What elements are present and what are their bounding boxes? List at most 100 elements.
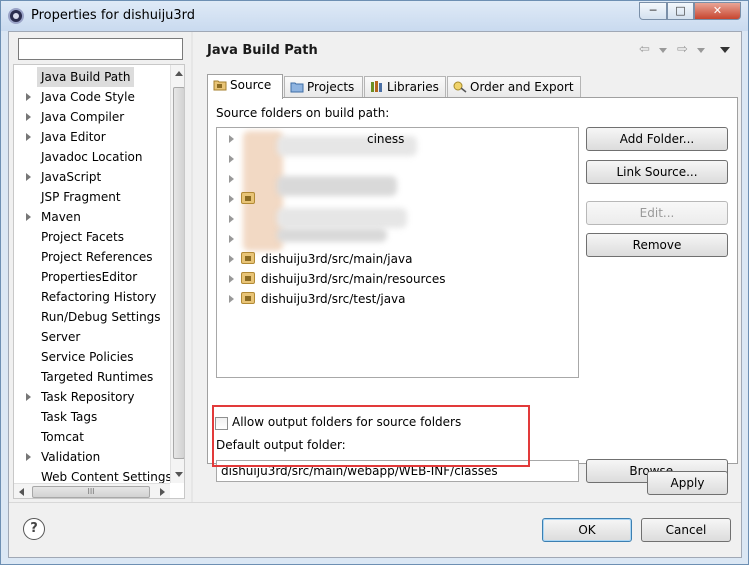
help-icon[interactable]: ? <box>23 518 45 540</box>
source-folder-label: dishuiju3rd/src/main/resources <box>261 272 446 286</box>
tree-item[interactable]: Service Policies <box>14 347 171 367</box>
expand-arrow-icon[interactable] <box>26 213 31 221</box>
expand-arrow-icon[interactable] <box>26 453 31 461</box>
add-folder-button[interactable]: Add Folder... <box>586 127 728 151</box>
tree-item[interactable]: Targeted Runtimes <box>14 367 171 387</box>
tree-item-label: Server <box>41 330 81 344</box>
tree-item[interactable]: Run/Debug Settings <box>14 307 171 327</box>
expand-arrow-icon[interactable] <box>229 235 234 243</box>
tree-item-label: Java Editor <box>41 130 106 144</box>
tree-item[interactable]: Task Repository <box>14 387 171 407</box>
source-folder-item[interactable] <box>217 209 577 229</box>
source-folder-item[interactable]: dishuiju3rd/src/main/resources <box>217 269 577 289</box>
source-folder-item[interactable]: ciness <box>217 129 577 149</box>
link-source-button[interactable]: Link Source... <box>586 160 728 184</box>
expand-arrow-icon[interactable] <box>229 255 234 263</box>
scroll-left-icon[interactable] <box>19 488 24 496</box>
libraries-icon <box>371 81 382 92</box>
filter-input[interactable] <box>18 38 183 60</box>
expand-arrow-icon[interactable] <box>229 155 234 163</box>
tree-item[interactable]: Project References <box>14 247 171 267</box>
tree-item-label: Javadoc Location <box>41 150 143 164</box>
close-button[interactable]: ✕ <box>694 2 741 20</box>
tab-label: Projects <box>307 80 355 94</box>
tree-item[interactable]: Java Build Path <box>14 67 171 87</box>
expand-arrow-icon[interactable] <box>229 135 234 143</box>
tab-libraries[interactable]: Libraries <box>364 76 446 98</box>
tree-item[interactable]: Java Code Style <box>14 87 171 107</box>
expand-arrow-icon[interactable] <box>26 133 31 141</box>
source-folder-item[interactable]: dishuiju3rd/src/main/java <box>217 249 577 269</box>
tab-source[interactable]: Source <box>207 74 283 99</box>
tree-item[interactable]: Maven <box>14 207 171 227</box>
projects-icon <box>290 82 304 93</box>
tree-item[interactable]: Refactoring History <box>14 287 171 307</box>
expand-arrow-icon[interactable] <box>26 393 31 401</box>
tree-item[interactable]: Server <box>14 327 171 347</box>
tree-vertical-scrollbar[interactable] <box>170 65 184 483</box>
remove-button[interactable]: Remove <box>586 233 728 257</box>
source-folder-label: dishuiju3rd/src/main/java <box>261 252 413 266</box>
back-menu-icon[interactable] <box>659 48 667 53</box>
tree-item-label: Task Tags <box>41 410 98 424</box>
tree-item-label: Java Code Style <box>41 90 135 104</box>
button-bar: ? OK Cancel <box>9 502 741 557</box>
expand-arrow-icon[interactable] <box>229 215 234 223</box>
source-folder-item[interactable] <box>217 169 577 189</box>
view-menu-icon[interactable] <box>720 47 730 53</box>
source-folder-item[interactable]: dishuiju3rd/src/test/java <box>217 289 577 309</box>
tree-item[interactable]: Tomcat <box>14 427 171 447</box>
preference-tree[interactable]: Java Build Path Java Code Style Java Compi… <box>13 64 185 499</box>
expand-arrow-icon[interactable] <box>229 195 234 203</box>
scroll-down-icon[interactable] <box>175 472 183 477</box>
tree-item[interactable]: Java Editor <box>14 127 171 147</box>
tree-item[interactable]: Java Compiler <box>14 107 171 127</box>
source-folder-item[interactable] <box>217 149 577 169</box>
tree-item[interactable]: Javadoc Location <box>14 147 171 167</box>
tree-item[interactable]: Validation <box>14 447 171 467</box>
source-folders-label: Source folders on build path: <box>216 106 390 120</box>
package-folder-icon <box>241 252 255 264</box>
scroll-thumb[interactable] <box>173 87 184 459</box>
edit-button[interactable]: Edit... <box>586 201 728 225</box>
tree-item[interactable]: JSP Fragment <box>14 187 171 207</box>
source-folder-list[interactable]: ciness dishuiju3rd/src/main/java dishuij… <box>216 127 579 378</box>
expand-arrow-icon[interactable] <box>229 175 234 183</box>
tree-item[interactable]: Project Facets <box>14 227 171 247</box>
apply-button[interactable]: Apply <box>647 471 728 495</box>
source-folder-item[interactable] <box>217 229 577 249</box>
source-folder-label: dishuiju3rd/src/test/java <box>261 292 406 306</box>
package-folder-icon <box>241 192 255 204</box>
forward-menu-icon[interactable] <box>697 48 705 53</box>
tree-item[interactable]: PropertiesEditor <box>14 267 171 287</box>
tree-item-label: JSP Fragment <box>41 190 121 204</box>
source-folder-item[interactable] <box>217 189 577 209</box>
expand-arrow-icon[interactable] <box>26 173 31 181</box>
minimize-button[interactable]: ─ <box>639 2 667 20</box>
maximize-button[interactable]: □ <box>667 2 694 20</box>
hscroll-thumb[interactable]: III <box>32 486 150 498</box>
expand-arrow-icon[interactable] <box>229 295 234 303</box>
tab-label: Source <box>230 78 272 92</box>
back-arrow-icon[interactable]: ⇦ <box>639 42 650 57</box>
expand-arrow-icon[interactable] <box>26 93 31 101</box>
pane-divider[interactable] <box>191 32 193 502</box>
tree-item[interactable]: Task Tags <box>14 407 171 427</box>
tree-item-label: Java Build Path <box>37 67 135 87</box>
tree-item-label: Project Facets <box>41 230 124 244</box>
expand-arrow-icon[interactable] <box>229 275 234 283</box>
eclipse-icon <box>8 8 24 24</box>
tree-item[interactable]: JavaScript <box>14 167 171 187</box>
tab-order-and-export[interactable]: Order and Export <box>447 76 581 98</box>
tree-item-label: Project References <box>41 250 153 264</box>
scroll-right-icon[interactable] <box>160 488 165 496</box>
forward-arrow-icon[interactable]: ⇨ <box>677 42 688 57</box>
tree-horizontal-scrollbar[interactable]: III <box>14 483 170 498</box>
expand-arrow-icon[interactable] <box>26 113 31 121</box>
tab-projects[interactable]: Projects <box>284 76 363 98</box>
tab-bar: Source Projects Libraries Order and Expo… <box>207 74 587 99</box>
tree-item-label: Targeted Runtimes <box>41 370 154 384</box>
cancel-button[interactable]: Cancel <box>641 518 731 542</box>
scroll-up-icon[interactable] <box>175 71 183 76</box>
ok-button[interactable]: OK <box>542 518 632 542</box>
